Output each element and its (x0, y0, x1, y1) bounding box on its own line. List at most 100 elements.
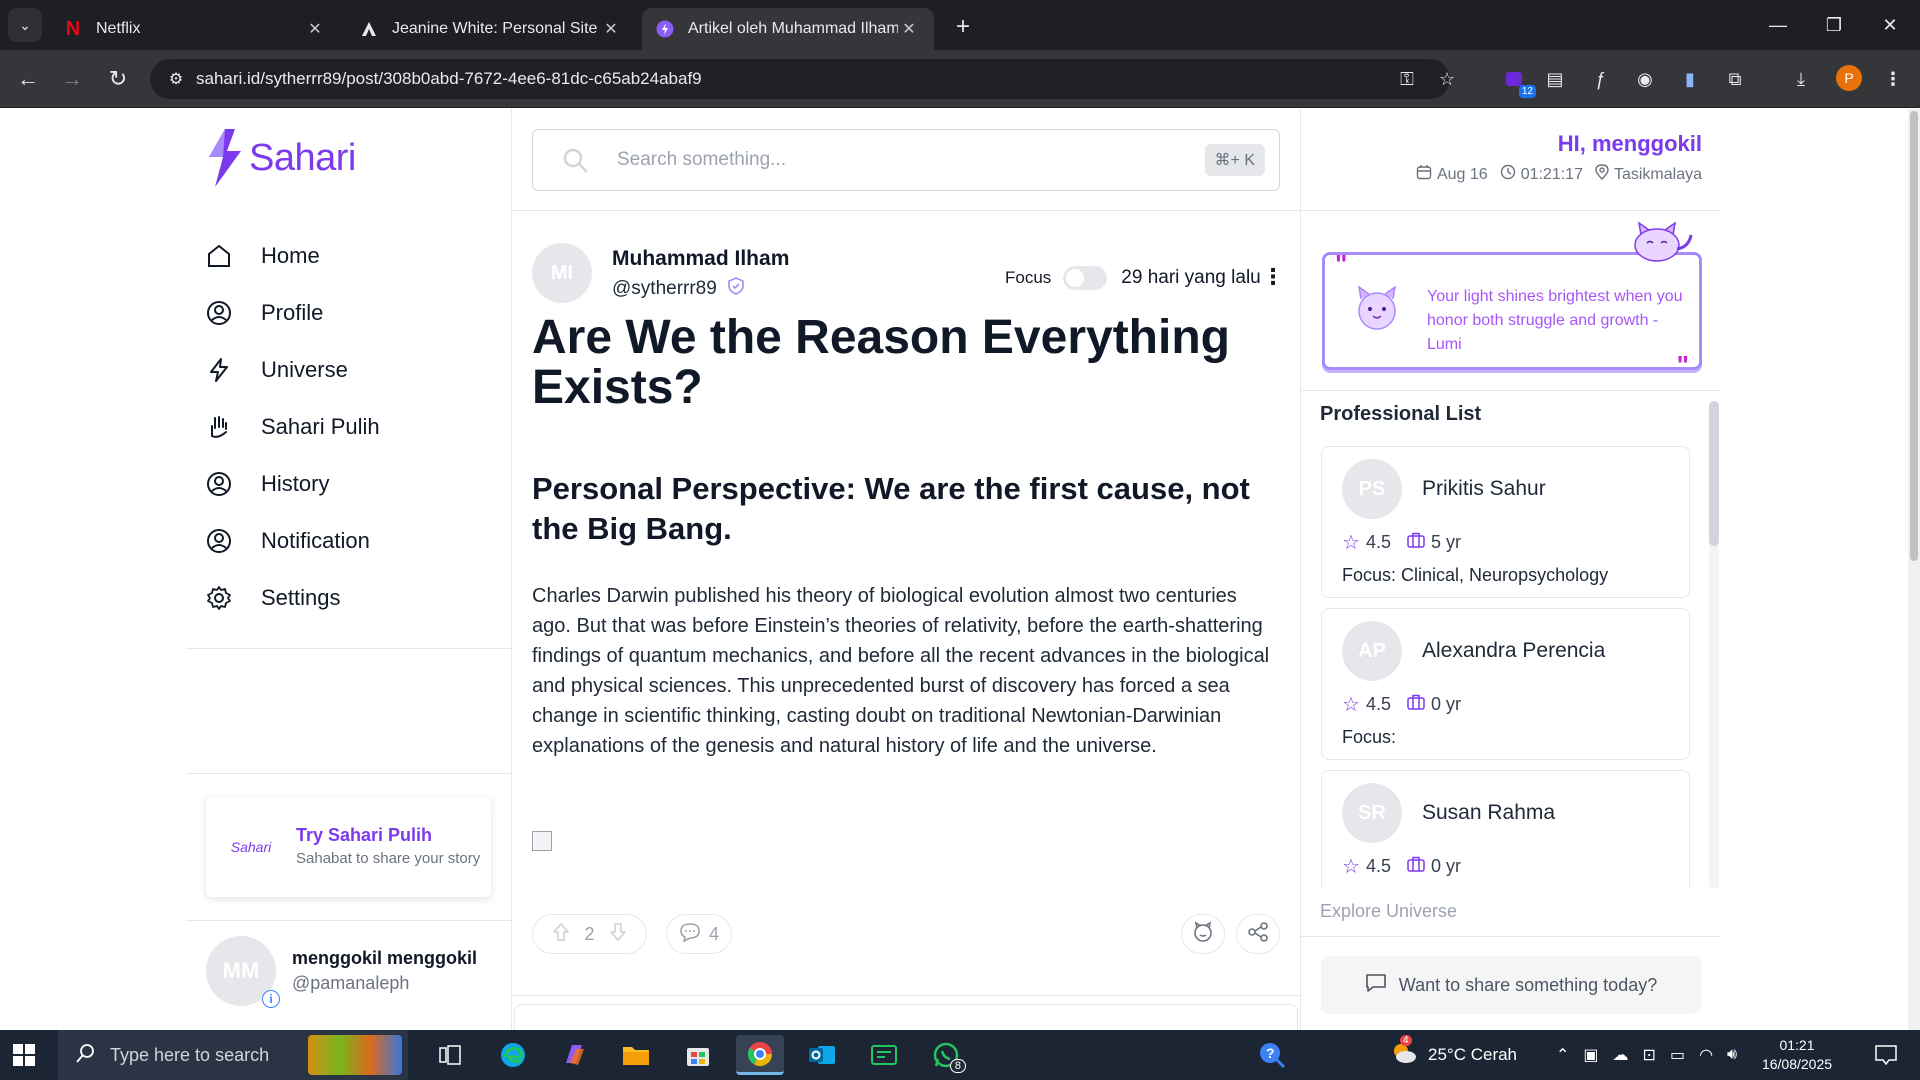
quote-text: Your light shines brightest when you hon… (1427, 288, 1683, 353)
camera-icon[interactable]: ▣ (1583, 1045, 1598, 1065)
quote-card: " " Your light shines brightest when you… (1322, 221, 1702, 380)
current-date: Aug 16 (1436, 165, 1488, 183)
menu-kebab-icon[interactable]: ⋮ (1878, 64, 1908, 94)
close-tab-icon[interactable]: ✕ (600, 19, 622, 39)
task-view-icon[interactable] (426, 1035, 474, 1075)
outlook-icon[interactable] (798, 1035, 846, 1075)
upvote-icon[interactable] (552, 922, 570, 947)
terminal-app-icon[interactable] (860, 1035, 908, 1075)
minimize-button[interactable]: — (1758, 10, 1798, 40)
sidebar-item-label: Universe (261, 357, 348, 382)
professional-years: 0 yr (1430, 856, 1461, 876)
tab-jeanine[interactable]: Jeanine White: Personal Site ✕ (346, 8, 636, 50)
professional-rating: 4.5 (1365, 856, 1391, 876)
professional-list-title: Professional List (1320, 403, 1482, 425)
professional-stats: ☆ 4.5 0 yr (1342, 854, 1461, 879)
sidebar-item-notification[interactable]: Notification (205, 521, 505, 561)
author-handle[interactable]: @sytherrr89 (612, 278, 717, 300)
bookmark-star-icon[interactable]: ☆ (1434, 67, 1460, 91)
professional-card[interactable]: SR Susan Rahma ☆ 4.5 0 yr (1321, 770, 1690, 889)
taskbar-search[interactable]: Type here to search (58, 1030, 408, 1080)
briefcase-icon (1407, 856, 1425, 877)
extension-badge-icon[interactable]: 12 (1500, 64, 1536, 98)
wifi-icon[interactable]: ◠ (1699, 1045, 1713, 1065)
sidebar-item-home[interactable]: Home (205, 236, 505, 276)
meta-row: Aug 16 01:21:17 Tasikmalaya (1416, 164, 1702, 185)
professional-name: Alexandra Perencia (1422, 639, 1606, 662)
store-icon[interactable] (674, 1035, 722, 1075)
author-avatar[interactable]: MI (532, 243, 592, 303)
notification-center-icon[interactable] (1862, 1035, 1910, 1075)
puzzle-extensions-icon[interactable]: ⧉ (1720, 64, 1750, 94)
sahari-pulih-promo[interactable]: Sahari Try Sahari Pulih Sahabat to share… (206, 797, 491, 897)
professional-card[interactable]: AP Alexandra Perencia ☆ 4.5 0 yr Focus: (1321, 608, 1690, 760)
scrollbar-thumb[interactable] (1709, 401, 1719, 546)
page-scrollbar[interactable] (1908, 109, 1920, 1030)
copilot-icon[interactable] (550, 1035, 598, 1075)
back-button[interactable]: ← (12, 63, 44, 95)
briefcase-icon (1407, 532, 1425, 553)
formula-extension-icon[interactable]: ƒ (1585, 64, 1615, 94)
professional-years: 5 yr (1430, 532, 1461, 552)
sidebar-item-universe[interactable]: Universe (205, 350, 505, 390)
professional-card[interactable]: PS Prikitis Sahur ☆ 4.5 5 yr Focus: Clin… (1321, 446, 1690, 598)
tab-netflix[interactable]: N Netflix ✕ (50, 8, 340, 50)
restore-button[interactable]: ❐ (1814, 10, 1854, 40)
current-user[interactable]: MM i menggokil menggokil @pamanaleph (206, 936, 477, 1008)
share-button[interactable] (1236, 914, 1280, 954)
tab-artikel[interactable]: Artikel oleh Muhammad Ilham ✕ (642, 8, 934, 50)
url-text[interactable]: sahari.id/sytherrr89/post/308b0abd-7672-… (196, 69, 702, 89)
weather-widget[interactable]: 4 25°C Cerah (1390, 1030, 1517, 1080)
password-key-icon[interactable]: ⚿ (1394, 67, 1420, 91)
whatsapp-icon[interactable]: 8 (922, 1035, 970, 1075)
close-window-button[interactable]: ✕ (1870, 10, 1910, 40)
file-explorer-icon[interactable] (612, 1035, 660, 1075)
close-tab-icon[interactable]: ✕ (304, 19, 326, 39)
forward-button[interactable]: → (56, 63, 88, 95)
profile-avatar[interactable]: P (1836, 65, 1862, 91)
share-prompt-button[interactable]: Want to share something today? (1321, 956, 1701, 1014)
professional-focus: Focus: Clinical, Neuropsychology (1342, 565, 1609, 585)
sidebar-item-label: Settings (261, 585, 341, 610)
extension-count-badge: 12 (1518, 85, 1536, 98)
volume-icon[interactable]: 🔊︎ (1727, 1046, 1737, 1064)
sahari-logo[interactable]: Sahari (205, 129, 356, 187)
address-bar[interactable]: ⚙ sahari.id/sytherrr89/post/308b0abd-767… (150, 59, 1455, 99)
professional-list-scrollbar[interactable] (1709, 401, 1719, 889)
author-name[interactable]: Muhammad Ilham (612, 247, 789, 271)
chevron-up-icon[interactable]: ⌃ (1556, 1045, 1569, 1065)
react-button[interactable] (1181, 914, 1225, 954)
help-icon[interactable]: ? (1248, 1035, 1296, 1075)
home-icon (205, 242, 233, 270)
comments-button[interactable]: 4 (666, 914, 732, 954)
sidebar-item-sahari-pulih[interactable]: Sahari Pulih (205, 407, 505, 447)
sidebar-item-profile[interactable]: Profile (205, 293, 505, 333)
explore-universe-link[interactable]: Explore Universe (1320, 901, 1457, 922)
sidebar-item-history[interactable]: History (205, 464, 505, 504)
scrollbar-thumb[interactable] (1910, 111, 1918, 561)
onedrive-icon[interactable]: ☁ (1613, 1045, 1629, 1065)
download-icon[interactable]: ⤓ (1786, 64, 1816, 94)
tab-search-button[interactable]: ⌄ (8, 8, 42, 42)
reload-button[interactable]: ↻ (102, 63, 134, 95)
close-tab-icon[interactable]: ✕ (898, 19, 920, 39)
docs-extension-icon[interactable]: ▮ (1675, 64, 1705, 94)
site-info-icon[interactable]: ⚙ (156, 69, 196, 89)
post-menu-icon[interactable]: ⋮ (1262, 264, 1284, 290)
downvote-icon[interactable] (609, 922, 627, 947)
focus-toggle[interactable] (1063, 266, 1108, 290)
new-tab-button[interactable]: + (948, 12, 978, 42)
windows-start-icon[interactable] (12, 1043, 36, 1067)
sidebar-item-settings[interactable]: Settings (205, 578, 505, 618)
edge-icon[interactable] (489, 1035, 537, 1075)
grammar-extension-icon[interactable]: ◉ (1630, 64, 1660, 94)
search-input[interactable]: Search something... (617, 149, 786, 171)
battery-icon[interactable]: ▭ (1670, 1045, 1685, 1065)
focus-label: Focus (1005, 268, 1052, 287)
tab-title: Netflix (96, 20, 141, 37)
chrome-icon[interactable] (736, 1035, 784, 1075)
display-icon[interactable]: ⊡ (1643, 1045, 1656, 1065)
notes-extension-icon[interactable]: ▤ (1540, 64, 1570, 94)
search-bar[interactable]: Search something... ⌘+ K (532, 129, 1280, 191)
taskbar-clock[interactable]: 01:21 16/08/2025 (1752, 1036, 1842, 1074)
